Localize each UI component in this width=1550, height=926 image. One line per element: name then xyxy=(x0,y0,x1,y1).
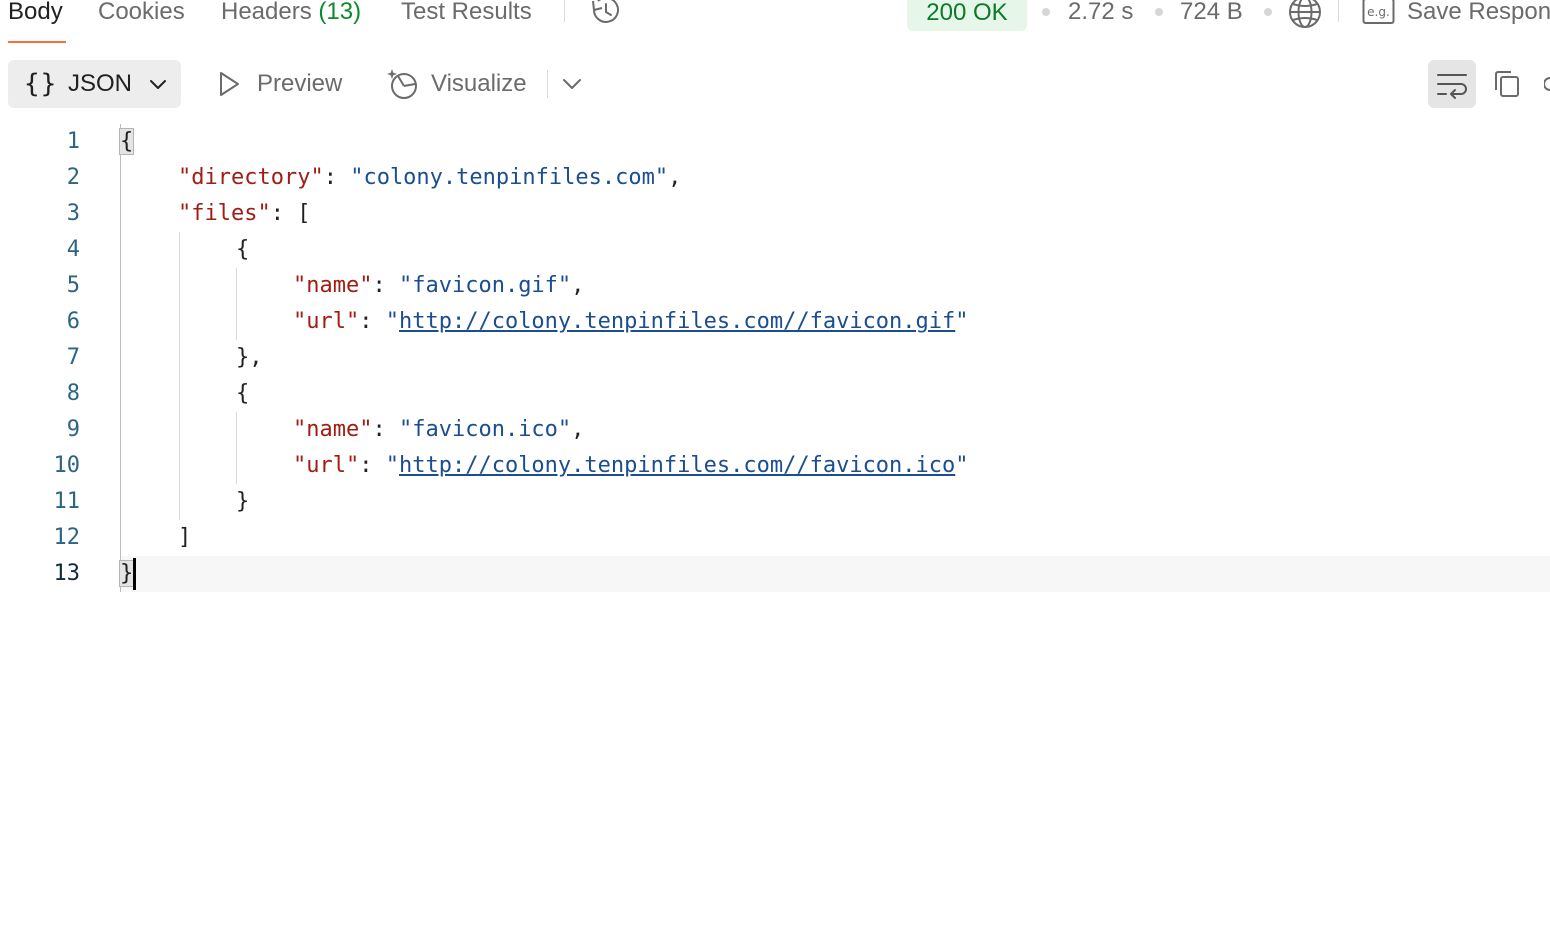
active-tab-indicator xyxy=(8,41,66,43)
open-brace: { xyxy=(236,237,250,262)
line-number: 10 xyxy=(53,453,81,478)
tab-body-label: Body xyxy=(8,0,63,25)
line-number: 7 xyxy=(66,345,80,370)
open-brace: { xyxy=(236,381,250,406)
network-info-button[interactable] xyxy=(1288,0,1322,29)
open-brace: { xyxy=(118,128,135,155)
braces-icon: {} xyxy=(24,69,58,99)
code-line: 2 "directory": "colony.tenpinfiles.com", xyxy=(0,160,1550,196)
response-time[interactable]: 2.72 s xyxy=(1068,0,1133,30)
search-icon xyxy=(1544,77,1550,91)
tab-body[interactable]: Body xyxy=(8,0,63,30)
code-line: 8 { xyxy=(0,376,1550,412)
tab-headers[interactable]: Headers (13) xyxy=(221,0,361,30)
status-badge[interactable]: 200 OK xyxy=(907,0,1027,31)
divider xyxy=(564,0,565,22)
code-line: 4 { xyxy=(0,232,1550,268)
json-string: "favicon.ico" xyxy=(398,417,572,442)
response-tab-bar: Body Cookies Headers (13) Test Results 2… xyxy=(0,0,1550,44)
tab-test-results[interactable]: Test Results xyxy=(401,0,532,30)
line-number: 3 xyxy=(66,201,80,226)
close-brace: } xyxy=(118,560,135,587)
line-number: 6 xyxy=(66,309,80,334)
tab-cookies-label: Cookies xyxy=(98,0,185,25)
divider xyxy=(1338,0,1339,22)
close-brace: } xyxy=(236,345,250,370)
visualize-options-button[interactable] xyxy=(560,74,584,94)
json-key: "name" xyxy=(293,417,373,442)
response-size[interactable]: 724 B xyxy=(1180,0,1243,30)
example-icon: e.g. xyxy=(1362,0,1395,24)
code-line: 9 "name": "favicon.ico", xyxy=(0,412,1550,448)
code-line: 1 { xyxy=(0,124,1550,160)
line-number: 11 xyxy=(53,489,81,514)
url-link[interactable]: http://colony.tenpinfiles.com//favicon.g… xyxy=(399,309,955,334)
separator-dot xyxy=(1042,8,1050,16)
tab-cookies[interactable]: Cookies xyxy=(98,0,185,30)
line-number: 2 xyxy=(66,165,80,190)
tab-headers-label: Headers xyxy=(221,0,312,25)
code-line: 13 } xyxy=(0,556,1550,592)
response-time-value: 2.72 s xyxy=(1068,0,1134,25)
code-line: 6 "url": "http://colony.tenpinfiles.com/… xyxy=(0,304,1550,340)
format-dropdown[interactable]: {} JSON xyxy=(8,60,181,108)
json-string: "colony.tenpinfiles.com" xyxy=(350,165,669,190)
line-number: 4 xyxy=(66,237,80,262)
response-body-editor[interactable]: 1 { 2 "directory": "colony.tenpinfiles.c… xyxy=(0,124,1550,604)
globe-icon xyxy=(1289,0,1321,28)
copy-button[interactable] xyxy=(1490,67,1524,101)
separator-dot xyxy=(1155,8,1163,16)
close-brace: } xyxy=(236,489,250,514)
json-key: "name" xyxy=(293,273,373,298)
status-code: 200 OK xyxy=(926,0,1008,26)
search-button[interactable] xyxy=(1544,76,1550,92)
code-line: 12 ] xyxy=(0,520,1550,556)
wrap-lines-button[interactable] xyxy=(1428,60,1476,108)
url-link[interactable]: http://colony.tenpinfiles.com//favicon.i… xyxy=(399,453,955,478)
visualize-button[interactable]: Visualize xyxy=(386,60,536,108)
line-number: 12 xyxy=(53,525,81,550)
copy-icon xyxy=(1495,71,1519,97)
preview-button[interactable]: Preview xyxy=(214,60,354,108)
chevron-down-icon xyxy=(563,79,581,89)
json-key: "url" xyxy=(293,309,360,334)
code-line: 11 } xyxy=(0,484,1550,520)
divider xyxy=(547,70,548,98)
line-number: 1 xyxy=(66,129,80,154)
code-line: 7 }, xyxy=(0,340,1550,376)
json-key: "files" xyxy=(178,201,271,226)
svg-text:e.g.: e.g. xyxy=(1367,5,1390,19)
chevron-down-icon xyxy=(150,80,166,89)
code-line: 5 "name": "favicon.gif", xyxy=(0,268,1550,304)
line-number: 13 xyxy=(53,561,81,586)
json-key: "url" xyxy=(293,453,360,478)
save-response-label: Save Respon xyxy=(1407,0,1550,25)
response-size-value: 724 B xyxy=(1180,0,1243,25)
separator-dot xyxy=(1264,8,1272,16)
history-button[interactable] xyxy=(588,0,624,28)
code-line: 3 "files": [ xyxy=(0,196,1550,232)
visualize-label: Visualize xyxy=(431,70,527,97)
headers-count: (13) xyxy=(318,0,362,25)
line-number: 9 xyxy=(66,417,80,442)
line-number: 5 xyxy=(66,273,80,298)
wrap-lines-icon xyxy=(1437,74,1467,99)
play-icon xyxy=(220,72,239,96)
visualize-icon xyxy=(387,69,417,99)
code-line: 10 "url": "http://colony.tenpinfiles.com… xyxy=(0,448,1550,484)
text-caret xyxy=(133,558,136,590)
tab-test-results-label: Test Results xyxy=(401,0,532,25)
history-icon xyxy=(592,0,619,23)
preview-label: Preview xyxy=(257,70,343,97)
line-number: 8 xyxy=(66,381,80,406)
format-label: JSON xyxy=(68,70,133,97)
json-key: "directory" xyxy=(178,165,324,190)
json-string: "favicon.gif" xyxy=(398,273,572,298)
